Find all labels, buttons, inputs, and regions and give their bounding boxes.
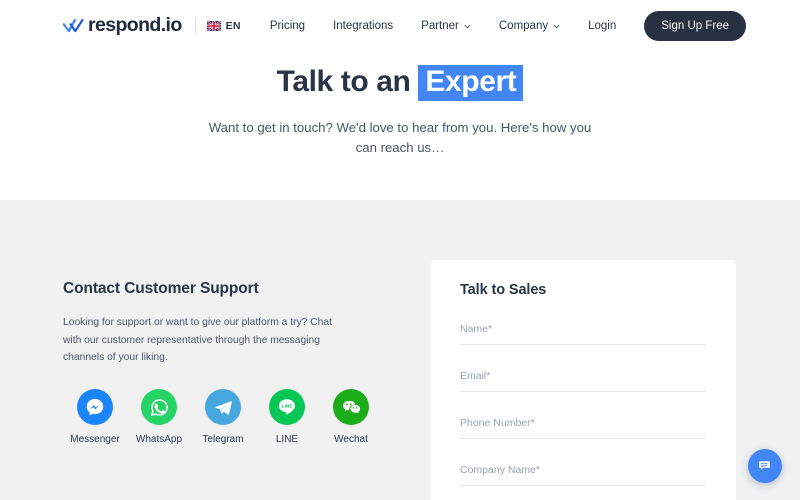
nav-label: Pricing (269, 20, 306, 32)
nav-label: Partner (421, 20, 459, 32)
line-icon: LINE (269, 389, 305, 426)
channel-whatsapp[interactable]: WhatsApp (127, 389, 191, 445)
chevron-down-icon (553, 24, 560, 28)
nav-item-partner[interactable]: Partner (421, 20, 471, 32)
support-description: Looking for support or want to give our … (63, 317, 333, 364)
channel-label: Telegram (202, 434, 244, 446)
channel-label: Messenger (70, 434, 120, 446)
wechat-icon (333, 389, 369, 426)
svg-text:LINE: LINE (282, 404, 292, 409)
nav-item-integrations[interactable]: Integrations (333, 20, 393, 32)
email-input[interactable] (460, 370, 706, 382)
channel-label: LINE (275, 434, 299, 446)
chevron-down-icon (464, 24, 471, 28)
hero-section: Talk to an Expert Want to get in touch? … (0, 52, 800, 200)
page-root: respond.io EN Pricing Integrations Partn… (0, 0, 800, 500)
hero-title-lead: Talk to an (276, 65, 411, 98)
channel-telegram[interactable]: Telegram (191, 389, 255, 445)
hero-title-highlight: Expert (418, 65, 524, 101)
channel-list: Messenger WhatsApp Telegram LINE LINE We… (63, 389, 383, 445)
double-check-logo-icon (63, 18, 84, 33)
uk-flag-icon (206, 21, 221, 31)
chat-bubble-icon (758, 460, 770, 470)
field-name[interactable] (460, 319, 706, 345)
channel-wechat[interactable]: Wechat (319, 389, 383, 445)
telegram-icon (205, 389, 241, 426)
logo-text: respond.io (88, 14, 182, 37)
phone-input[interactable] (460, 417, 706, 429)
hero-subtitle: Want to get in touch? We'd love to hear … (208, 119, 592, 155)
language-code: EN (225, 20, 241, 32)
page-title: Talk to an Expert (0, 64, 800, 101)
main-nav: Pricing Integrations Partner Company Log… (270, 0, 800, 52)
logo[interactable]: respond.io (63, 16, 182, 36)
nav-item-login[interactable]: Login (588, 20, 616, 32)
channel-line[interactable]: LINE LINE (255, 389, 319, 445)
site-header: respond.io EN Pricing Integrations Partn… (0, 0, 800, 52)
talk-to-sales-form: Talk to Sales (430, 260, 736, 500)
header-divider (194, 17, 196, 35)
chat-launcher-button[interactable] (748, 449, 782, 483)
nav-label: Integrations (333, 20, 394, 32)
form-heading: Talk to Sales (460, 282, 547, 298)
messenger-icon (77, 389, 113, 426)
language-selector[interactable]: EN (206, 20, 241, 32)
channel-messenger[interactable]: Messenger (63, 389, 127, 445)
nav-label: Login (588, 20, 617, 32)
customer-support-block: Contact Customer Support Looking for sup… (63, 280, 383, 445)
whatsapp-icon (141, 389, 177, 426)
nav-item-pricing[interactable]: Pricing (270, 20, 305, 32)
field-email[interactable] (460, 366, 706, 392)
nav-item-company[interactable]: Company (499, 20, 560, 32)
company-input[interactable] (460, 464, 706, 476)
sign-up-free-button[interactable]: Sign Up Free (644, 11, 746, 41)
field-phone[interactable] (460, 413, 706, 439)
channel-label: WhatsApp (135, 434, 183, 446)
channel-label: Wechat (334, 434, 368, 446)
nav-label: Company (498, 20, 549, 32)
support-heading: Contact Customer Support (63, 280, 259, 297)
name-input[interactable] (460, 323, 706, 335)
field-company[interactable] (460, 460, 706, 486)
